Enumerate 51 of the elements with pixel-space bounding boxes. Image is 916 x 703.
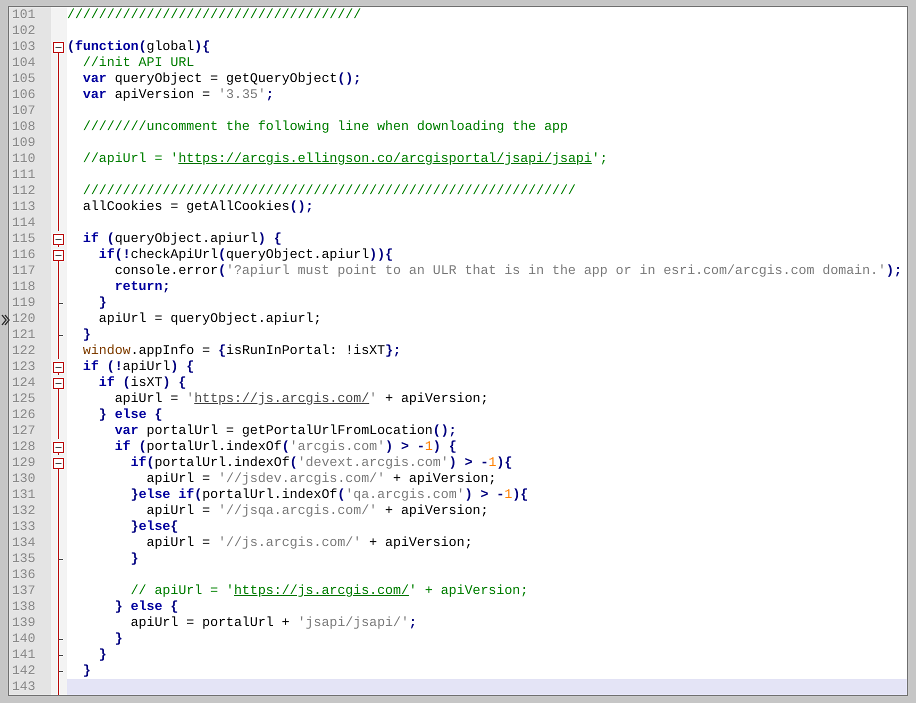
- line-number: 118: [11, 279, 36, 295]
- line-number: 143: [11, 679, 36, 695]
- line-number: 135: [11, 551, 36, 567]
- line-number: 141: [11, 647, 36, 663]
- line-number: 108: [11, 119, 36, 135]
- line-number: 116: [11, 247, 36, 263]
- line-number: 103: [11, 39, 36, 55]
- line-number: 101: [11, 7, 36, 23]
- line-number: 140: [11, 631, 36, 647]
- line-number: 133: [11, 519, 36, 535]
- line-number: 112: [11, 183, 36, 199]
- line-number: 120: [11, 311, 36, 327]
- double-chevron-icon[interactable]: [1, 314, 11, 326]
- line-number: 138: [11, 599, 36, 615]
- line-number: 139: [11, 615, 36, 631]
- line-number: 115: [11, 231, 36, 247]
- line-number: 123: [11, 359, 36, 375]
- line-number: 128: [11, 439, 36, 455]
- line-number: 102: [11, 23, 36, 39]
- fold-toggle-icon[interactable]: [53, 250, 64, 261]
- line-number: 126: [11, 407, 36, 423]
- fold-toggle-icon[interactable]: [53, 362, 64, 373]
- line-number: 106: [11, 87, 36, 103]
- fold-toggle-icon[interactable]: [53, 442, 64, 453]
- fold-toggle-icon[interactable]: [53, 42, 64, 53]
- fold-toggle-icon[interactable]: [53, 378, 64, 389]
- fold-toggle-icon[interactable]: [53, 458, 64, 469]
- line-number: 104: [11, 55, 36, 71]
- line-number: 124: [11, 375, 36, 391]
- fold-toggle-icon[interactable]: [53, 234, 64, 245]
- line-number: 109: [11, 135, 36, 151]
- line-number: 137: [11, 583, 36, 599]
- line-number: 121: [11, 327, 36, 343]
- line-number: 113: [11, 199, 36, 215]
- line-number: 117: [11, 263, 36, 279]
- line-number: 127: [11, 423, 36, 439]
- line-number: 119: [11, 295, 36, 311]
- line-number: 107: [11, 103, 36, 119]
- line-number: 111: [11, 167, 36, 183]
- line-number: 122: [11, 343, 36, 359]
- line-number: 114: [11, 215, 36, 231]
- line-number: 129: [11, 455, 36, 471]
- line-number: 131: [11, 487, 36, 503]
- line-number: 110: [11, 151, 36, 167]
- line-number: 130: [11, 471, 36, 487]
- line-number: 136: [11, 567, 36, 583]
- line-number: 142: [11, 663, 36, 679]
- line-number: 134: [11, 535, 36, 551]
- line-number: 105: [11, 71, 36, 87]
- line-number: 132: [11, 503, 36, 519]
- line-number: 125: [11, 391, 36, 407]
